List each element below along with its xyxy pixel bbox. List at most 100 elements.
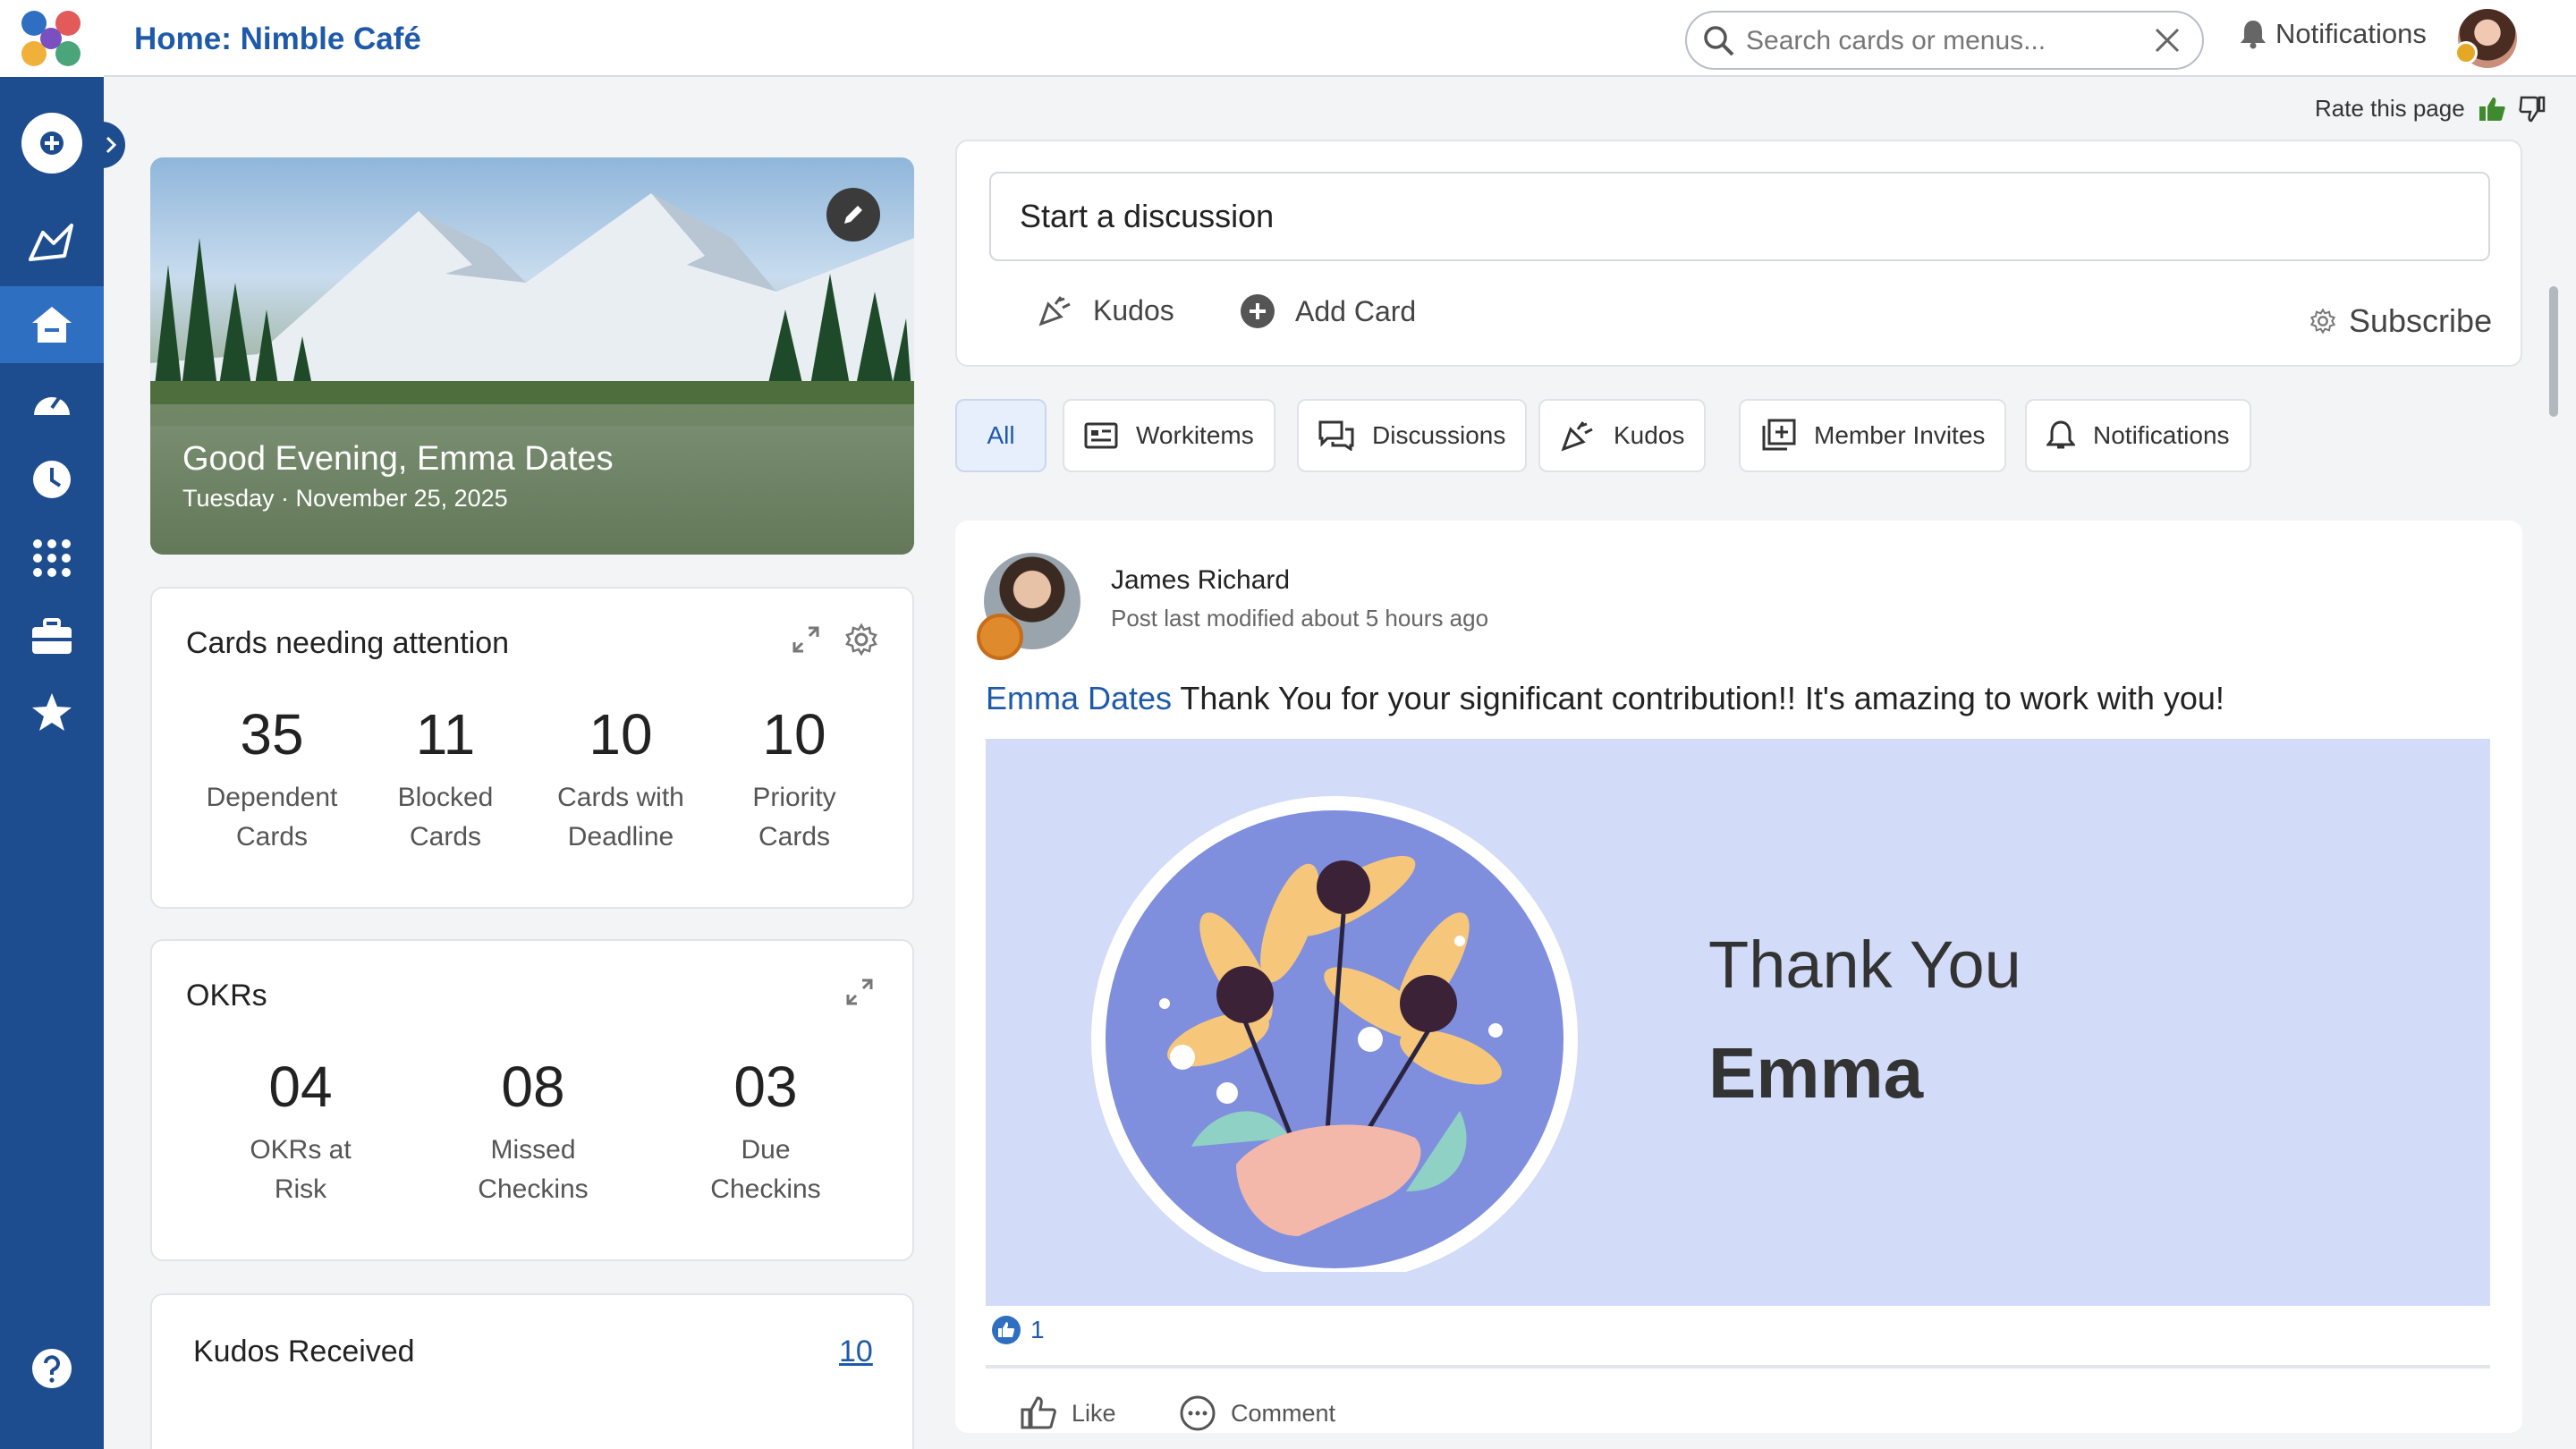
search-box bbox=[1685, 11, 2204, 70]
stat-label-line: Blocked bbox=[397, 783, 494, 812]
notifications-label: Notifications bbox=[2275, 18, 2427, 49]
card-line-thank-you: Thank You bbox=[1708, 928, 2021, 1002]
filter-kudos-label: Kudos bbox=[1614, 421, 1685, 449]
priority-cards-count[interactable]: 10 bbox=[705, 701, 884, 767]
sidebar-item-favorites[interactable] bbox=[0, 674, 104, 750]
gear-icon bbox=[2309, 308, 2336, 335]
filter-member-invites-label: Member Invites bbox=[1814, 421, 1986, 449]
scrollbar-thumb[interactable] bbox=[2549, 286, 2558, 417]
filter-workitems[interactable]: Workitems bbox=[1063, 399, 1275, 472]
reaction-summary[interactable]: 1 bbox=[991, 1315, 1045, 1345]
post-body: Thank You for your significant contribut… bbox=[1172, 680, 2224, 716]
rate-page: Rate this page bbox=[2315, 95, 2546, 123]
filter-all[interactable]: All bbox=[955, 399, 1046, 472]
sidebar-item-dashboard[interactable] bbox=[0, 363, 104, 438]
bell-icon bbox=[2241, 21, 2266, 49]
stat-label-line: Dependent bbox=[206, 783, 338, 812]
cards-attention-title: Cards needing attention bbox=[186, 626, 510, 660]
thumbs-up-icon[interactable] bbox=[2478, 96, 2506, 123]
stat-label-line: Deadline bbox=[567, 822, 674, 852]
discussion-composer: Start a discussion Kudos Add Card Subscr… bbox=[955, 140, 2522, 367]
cards-attention-widget: Cards needing attention 35 Dependent Card… bbox=[150, 587, 914, 909]
flower-bouquet-illustration bbox=[1091, 796, 1578, 1272]
kudos-received-title: Kudos Received bbox=[193, 1335, 415, 1368]
clock-icon bbox=[33, 461, 71, 498]
party-popper-icon bbox=[1038, 296, 1071, 326]
help-icon bbox=[32, 1349, 72, 1388]
subscribe-button[interactable]: Subscribe bbox=[2309, 302, 2492, 340]
clear-search-icon[interactable] bbox=[2152, 25, 2182, 55]
rate-page-label: Rate this page bbox=[2315, 95, 2465, 122]
okrs-at-risk-count[interactable]: 04 bbox=[211, 1054, 390, 1120]
stat-label-line: Missed bbox=[490, 1135, 576, 1165]
id-card-icon bbox=[1084, 422, 1118, 449]
app-logo-icon bbox=[21, 11, 80, 66]
filter-kudos[interactable]: Kudos bbox=[1538, 399, 1707, 472]
blocked-cards-count[interactable]: 11 bbox=[356, 701, 535, 767]
start-discussion-input[interactable]: Start a discussion bbox=[989, 172, 2490, 261]
sidebar-item-home[interactable] bbox=[0, 286, 104, 363]
briefcase-icon bbox=[32, 618, 72, 654]
post-author[interactable]: James Richard bbox=[1111, 565, 1290, 596]
stat-label-line: Checkins bbox=[478, 1174, 589, 1204]
due-checkins-label: Due Checkins bbox=[676, 1131, 855, 1209]
app-logo[interactable] bbox=[0, 0, 104, 77]
stat-label-line: Risk bbox=[274, 1174, 327, 1204]
dependent-cards-label: Dependent Cards bbox=[182, 778, 361, 857]
search-icon bbox=[1704, 26, 1734, 56]
home-icon bbox=[32, 307, 72, 343]
kudos-card-image: Thank You Emma bbox=[986, 739, 2490, 1306]
filter-discussions[interactable]: Discussions bbox=[1297, 399, 1528, 472]
hero-overlay bbox=[150, 404, 914, 555]
search-input[interactable] bbox=[1746, 25, 2131, 57]
sidebar-item-help[interactable] bbox=[0, 1331, 104, 1406]
stat-label-line: Checkins bbox=[710, 1174, 821, 1204]
filter-notifications[interactable]: Notifications bbox=[2025, 399, 2251, 472]
priority-cards-label: Priority Cards bbox=[705, 778, 884, 857]
kudos-action-button[interactable]: Kudos bbox=[1038, 293, 1174, 327]
add-to-stack-icon bbox=[1762, 419, 1796, 451]
missed-checkins-count[interactable]: 08 bbox=[444, 1054, 623, 1120]
user-badge bbox=[2454, 41, 2478, 64]
notifications-button[interactable]: Notifications bbox=[2240, 18, 2427, 50]
chat-bubbles-icon bbox=[1318, 420, 1354, 451]
post-divider bbox=[986, 1365, 2490, 1368]
kudos-received-count-link[interactable]: 10 bbox=[839, 1335, 873, 1369]
edit-cover-button[interactable] bbox=[826, 188, 880, 242]
missed-checkins-label: Missed Checkins bbox=[444, 1131, 623, 1209]
okrs-title: OKRs bbox=[186, 979, 267, 1013]
sidebar-item-create[interactable] bbox=[0, 106, 104, 181]
subscribe-label: Subscribe bbox=[2349, 302, 2493, 339]
kudos-action-label: Kudos bbox=[1093, 293, 1174, 326]
add-circle-icon bbox=[1241, 294, 1275, 328]
card-line-name: Emma bbox=[1708, 1033, 1924, 1113]
mountain-landscape-image bbox=[150, 193, 914, 426]
mention-link[interactable]: Emma Dates bbox=[986, 680, 1172, 716]
sidebar-collapse-toggle[interactable] bbox=[97, 122, 125, 168]
due-checkins-count[interactable]: 03 bbox=[676, 1054, 855, 1120]
filter-member-invites[interactable]: Member Invites bbox=[1739, 399, 2007, 472]
gear-icon[interactable] bbox=[844, 623, 878, 657]
thumbs-up-icon bbox=[1021, 1396, 1056, 1429]
deadline-cards-label: Cards with Deadline bbox=[531, 778, 710, 857]
stat-label-line: Cards bbox=[235, 822, 309, 852]
expand-icon[interactable] bbox=[844, 977, 875, 1007]
reaction-count: 1 bbox=[1030, 1316, 1045, 1343]
dependent-cards-count[interactable]: 35 bbox=[182, 701, 361, 767]
add-card-button[interactable]: Add Card bbox=[1240, 293, 1416, 329]
stat-label-line: Cards with bbox=[557, 783, 684, 812]
sidebar-item-collaboration[interactable] bbox=[0, 206, 104, 281]
greeting-text: Good Evening, Emma Dates bbox=[182, 440, 614, 478]
greeting-date: Tuesday · November 25, 2025 bbox=[182, 485, 508, 512]
sidebar-item-apps[interactable] bbox=[0, 521, 104, 596]
deadline-cards-count[interactable]: 10 bbox=[531, 701, 710, 767]
comment-button[interactable]: Comment bbox=[1179, 1395, 1335, 1431]
sidebar-item-workspace[interactable] bbox=[0, 599, 104, 674]
star-icon bbox=[32, 693, 72, 731]
expand-icon[interactable] bbox=[791, 624, 821, 655]
feed-post: James Richard Post last modified about 5… bbox=[955, 521, 2522, 1433]
thumbs-down-icon[interactable] bbox=[2519, 96, 2546, 123]
plus-circle-icon bbox=[21, 113, 82, 174]
sidebar-item-recent[interactable] bbox=[0, 442, 104, 517]
like-button[interactable]: Like bbox=[1020, 1395, 1116, 1431]
